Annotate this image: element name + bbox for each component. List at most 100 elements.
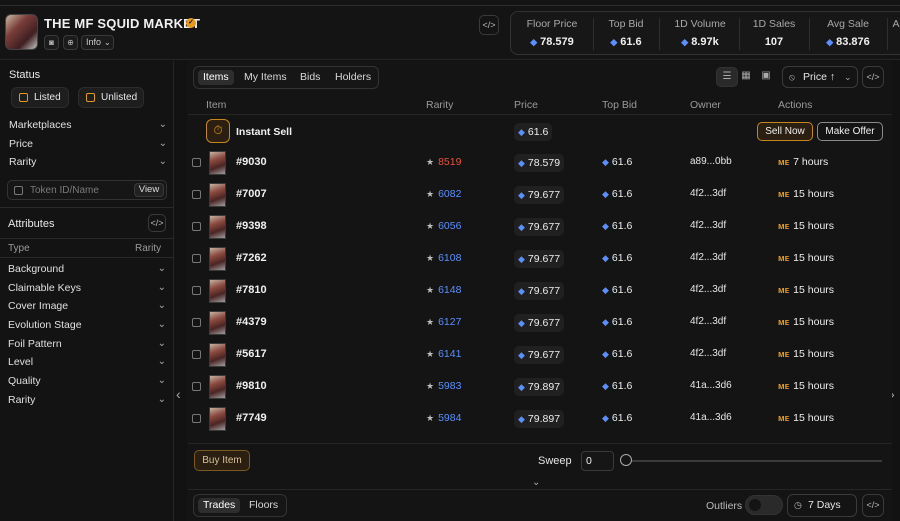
unlisted-chip[interactable]: Unlisted (78, 87, 144, 108)
item-owner[interactable]: a89...0bb (690, 156, 732, 167)
filter-label: Price (9, 138, 33, 150)
item-id[interactable]: #7007 (236, 188, 267, 200)
sweep-slider[interactable] (627, 460, 882, 462)
item-thumbnail[interactable] (209, 343, 226, 367)
table-row[interactable]: #7749 ★ 5984 ◆ 79.897 ◆ 61.6 41a...3d6 ᴍᴇ 15 hour… (188, 404, 892, 436)
column-header-rarity[interactable]: Rarity (426, 99, 453, 111)
filter-marketplaces[interactable]: Marketplaces ⌄ (9, 119, 167, 135)
row-checkbox[interactable] (192, 222, 201, 231)
item-owner[interactable]: 4f2...3df (690, 188, 726, 199)
sweep-slider-handle[interactable] (620, 454, 632, 466)
sell-now-button[interactable]: Sell Now (757, 122, 813, 141)
drop-icon: ◆ (518, 222, 525, 232)
table-row[interactable]: #9030 ★ 8519 ◆ 78.579 ◆ 61.6 a89...0bb ᴍᴇ 7 hours (188, 148, 892, 180)
tab-trades[interactable]: Trades (198, 498, 241, 513)
filter-rarity[interactable]: Rarity ⌄ (9, 156, 167, 172)
attribute-level[interactable]: Level ⌄ (8, 356, 166, 372)
attribute-cover-image[interactable]: Cover Image ⌄ (8, 300, 166, 316)
buy-item-button[interactable]: Buy Item (194, 450, 250, 471)
item-thumbnail[interactable] (209, 215, 226, 239)
globe-icon[interactable]: ⊕ (63, 35, 78, 50)
item-id[interactable]: #5617 (236, 348, 267, 360)
sort-dropdown[interactable]: ⦸ Price ↑ ⌄ (782, 66, 858, 88)
tab-floors[interactable]: Floors (244, 498, 283, 513)
item-id[interactable]: #7749 (236, 412, 267, 424)
chevron-down-icon[interactable]: ⌄ (532, 477, 540, 488)
table-row[interactable]: #7007 ★ 6082 ◆ 79.677 ◆ 61.6 4f2...3df ᴍᴇ 15 hour… (188, 180, 892, 212)
item-owner[interactable]: 41a...3d6 (690, 412, 732, 423)
info-dropdown[interactable]: Info ⌄ (81, 35, 114, 50)
star-icon: ★ (426, 157, 435, 167)
token-search-input[interactable]: Token ID/Name View (7, 180, 167, 200)
row-checkbox[interactable] (192, 350, 201, 359)
attribute-evolution-stage[interactable]: Evolution Stage ⌄ (8, 319, 166, 335)
item-thumbnail[interactable] (209, 279, 226, 303)
attribute-quality[interactable]: Quality ⌄ (8, 375, 166, 391)
tab-my-items[interactable]: My Items (239, 70, 292, 85)
item-thumbnail[interactable] (209, 375, 226, 399)
item-id[interactable]: #9810 (236, 380, 267, 392)
sidebar-divider (0, 207, 174, 208)
table-row[interactable]: #5617 ★ 6141 ◆ 79.677 ◆ 61.6 4f2...3df ᴍᴇ 15 hour… (188, 340, 892, 372)
attribute-rarity[interactable]: Rarity ⌄ (8, 394, 166, 410)
item-id[interactable]: #7262 (236, 252, 267, 264)
filter-price[interactable]: Price ⌄ (9, 138, 167, 154)
item-thumbnail[interactable] (209, 311, 226, 335)
item-owner[interactable]: 4f2...3df (690, 284, 726, 295)
make-offer-button[interactable]: Make Offer (817, 122, 883, 141)
embed-code-icon[interactable]: </> (862, 66, 884, 88)
item-top-bid: ◆ 61.6 (602, 188, 632, 200)
row-checkbox[interactable] (192, 254, 201, 263)
table-row[interactable]: #7810 ★ 6148 ◆ 79.677 ◆ 61.6 4f2...3df ᴍᴇ 15 hour… (188, 276, 892, 308)
tab-holders[interactable]: Holders (330, 70, 376, 85)
sweep-input[interactable]: 0 (581, 451, 614, 471)
drop-icon: ◆ (518, 350, 525, 360)
discord-icon[interactable]: ◙ (44, 35, 59, 50)
drop-icon: ◆ (602, 221, 609, 231)
item-thumbnail[interactable] (209, 151, 226, 175)
item-owner[interactable]: 4f2...3df (690, 348, 726, 359)
table-row[interactable]: #9810 ★ 5983 ◆ 79.897 ◆ 61.6 41a...3d6 ᴍᴇ 15 hour… (188, 372, 892, 404)
outliers-toggle[interactable] (745, 495, 783, 515)
tab-bids[interactable]: Bids (295, 70, 325, 85)
row-checkbox[interactable] (192, 382, 201, 391)
table-row[interactable]: #7262 ★ 6108 ◆ 79.677 ◆ 61.6 4f2...3df ᴍᴇ 15 hour… (188, 244, 892, 276)
item-id[interactable]: #7810 (236, 284, 267, 296)
item-id[interactable]: #9398 (236, 220, 267, 232)
filter-label: Marketplaces (9, 119, 72, 131)
item-id[interactable]: #9030 (236, 156, 267, 168)
view-button[interactable]: View (134, 183, 164, 197)
item-owner[interactable]: 4f2...3df (690, 316, 726, 327)
column-header-top-bid[interactable]: Top Bid (602, 99, 637, 111)
embed-code-icon[interactable]: </> (148, 214, 166, 232)
grid-view-icon[interactable]: ▦ (735, 67, 757, 87)
table-row[interactable]: #4379 ★ 6127 ◆ 79.677 ◆ 61.6 4f2...3df ᴍᴇ 15 hour… (188, 308, 892, 340)
listed-chip[interactable]: Listed (11, 87, 69, 108)
collapse-sidebar-icon[interactable]: ‹ (176, 386, 181, 402)
marketplace-icon: ᴍᴇ (778, 349, 790, 359)
table-row[interactable]: #9398 ★ 6056 ◆ 79.677 ◆ 61.6 4f2...3df ᴍᴇ 15 hour… (188, 212, 892, 244)
rarity-value: 8519 (438, 156, 462, 168)
attribute-background[interactable]: Background ⌄ (8, 263, 166, 279)
item-id[interactable]: #4379 (236, 316, 267, 328)
attribute-foil-pattern[interactable]: Foil Pattern ⌄ (8, 338, 166, 354)
item-owner[interactable]: 4f2...3df (690, 252, 726, 263)
row-checkbox[interactable] (192, 286, 201, 295)
time-range-dropdown[interactable]: ◷ 7 Days ⌄ (787, 494, 857, 517)
item-thumbnail[interactable] (209, 407, 226, 431)
item-owner[interactable]: 4f2...3df (690, 220, 726, 231)
row-checkbox[interactable] (192, 414, 201, 423)
row-checkbox[interactable] (192, 318, 201, 327)
item-thumbnail[interactable] (209, 247, 226, 271)
column-header-price[interactable]: Price (514, 99, 538, 111)
attribute-claimable-keys[interactable]: Claimable Keys ⌄ (8, 282, 166, 298)
tab-items[interactable]: Items (198, 70, 234, 85)
embed-code-icon[interactable]: </> (862, 494, 884, 517)
item-owner[interactable]: 41a...3d6 (690, 380, 732, 391)
large-grid-view-icon[interactable]: ▣ (755, 67, 777, 87)
row-checkbox[interactable] (192, 190, 201, 199)
row-checkbox[interactable] (192, 158, 201, 167)
item-thumbnail[interactable] (209, 183, 226, 207)
embed-code-icon[interactable]: </> (479, 15, 499, 35)
price-value: 79.677 (527, 317, 561, 329)
